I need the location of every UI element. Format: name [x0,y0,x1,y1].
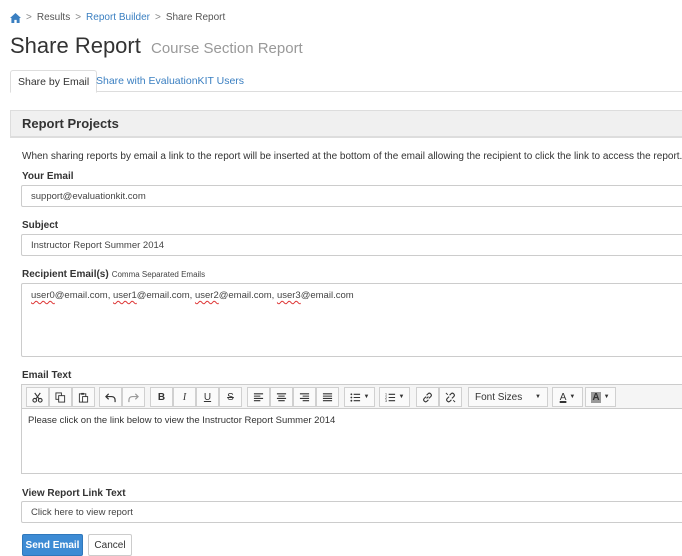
subject-field[interactable]: Instructor Report Summer 2014 [21,234,682,256]
align-left-icon[interactable] [247,387,270,407]
breadcrumb-separator: > [26,12,32,23]
paste-icon[interactable] [72,387,95,407]
redo-icon[interactable] [122,387,145,407]
breadcrumb-item-report-builder[interactable]: Report Builder [86,12,150,23]
home-icon[interactable] [10,12,21,23]
send-email-button[interactable]: Send Email [22,534,83,556]
breadcrumb-separator: > [154,12,161,23]
link-icon[interactable] [416,387,439,407]
breadcrumb: > Results > Report Builder > Share Repor… [10,12,225,23]
recipient-domain: @email.com, [136,290,195,301]
panel-heading: Report Projects [11,111,682,137]
highlight-color-glyph: A [591,391,601,403]
undo-icon[interactable] [99,387,122,407]
recipient-domain: @email.com, [54,290,113,301]
chevron-down-icon: ▼ [535,394,541,400]
your-email-field[interactable]: support@evaluationkit.com [21,185,682,207]
text-color-icon[interactable]: A ▼ [552,387,583,407]
cancel-button[interactable]: Cancel [88,534,132,556]
strikethrough-icon[interactable]: S [219,387,242,407]
your-email-label: Your Email [22,171,74,182]
recipient-name: user3 [276,290,301,301]
recipient-name: user2 [194,290,219,301]
align-right-icon[interactable] [293,387,316,407]
align-justify-icon[interactable] [316,387,339,407]
numbered-list-icon[interactable]: 1 2 3 ▼ [379,387,410,407]
font-sizes-dropdown[interactable]: Font Sizes ▼ [468,387,548,407]
breadcrumb-item-results: Results [36,12,71,23]
highlight-color-icon[interactable]: A ▼ [585,387,616,407]
email-text-label: Email Text [22,370,72,381]
editor-toolbar: B I U S ▼ 1 2 3 ▼ Font Sizes ▼ A ▼ A ▼ [22,385,682,409]
svg-text:3: 3 [385,399,387,403]
recipient-name: user1 [112,290,137,301]
link-text-label: View Report Link Text [22,488,126,499]
copy-icon[interactable] [49,387,72,407]
page-title: Share Report Course Section Report [10,33,303,59]
font-sizes-label: Font Sizes [475,391,523,403]
report-projects-panel: Report Projects [10,110,682,138]
subject-label: Subject [22,220,59,231]
page-subtitle: Course Section Report [150,40,303,57]
tab-bar: Share by Email Share with EvaluationKIT … [10,70,682,93]
cut-icon[interactable] [26,387,49,407]
recipient-domain: @email.com, [218,290,277,301]
recipients-label: Recipient Email(s) Comma Separated Emails [22,269,205,280]
email-text-body[interactable]: Please click on the link below to view t… [22,409,682,432]
email-text-editor: B I U S ▼ 1 2 3 ▼ Font Sizes ▼ A ▼ A ▼ P… [21,384,682,474]
recipient-domain: @email.com [300,290,354,301]
bullet-list-icon[interactable]: ▼ [344,387,375,407]
recipients-textarea[interactable]: user0@email.com, user1@email.com, user2@… [21,283,682,357]
breadcrumb-item-share-report: Share Report [165,12,226,23]
text-color-glyph: A [559,391,567,403]
page-title-text: Share Report [10,33,141,58]
tab-share-with-users[interactable]: Share with EvaluationKIT Users [90,70,251,93]
bold-icon[interactable]: B [150,387,173,407]
recipients-label-text: Recipient Email(s) [22,269,109,280]
italic-icon[interactable]: I [173,387,196,407]
intro-text: When sharing reports by email a link to … [22,151,682,162]
unlink-icon[interactable] [439,387,462,407]
recipient-name: user0 [31,290,55,301]
recipients-hint: Comma Separated Emails [111,270,206,279]
breadcrumb-separator: > [75,12,82,23]
underline-icon[interactable]: U [196,387,219,407]
align-center-icon[interactable] [270,387,293,407]
link-text-field[interactable]: Click here to view report [21,501,682,523]
tab-share-by-email[interactable]: Share by Email [10,70,98,93]
